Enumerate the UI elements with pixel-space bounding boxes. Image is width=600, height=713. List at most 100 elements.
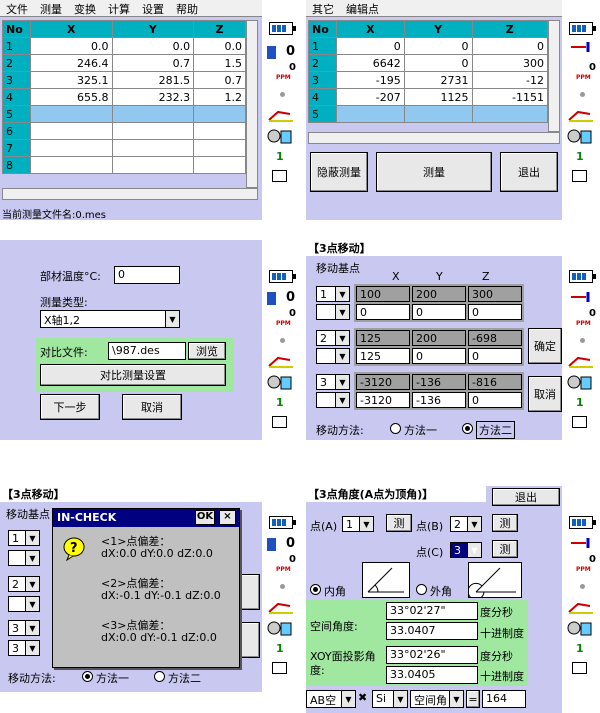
next-step-button[interactable]: 下一步 [40, 394, 100, 420]
table-row[interactable]: 1 0.0 0.0 0.0 [2, 37, 246, 55]
point-b-select[interactable]: 2 ▼ [450, 516, 482, 532]
cell-x[interactable]: 125 [356, 348, 410, 364]
cell-z[interactable]: 1.2 [193, 88, 246, 106]
table-row[interactable]: 8 [2, 156, 246, 174]
cell-x[interactable] [30, 105, 113, 123]
chevron-down-icon[interactable]: ▼ [25, 621, 39, 635]
cell-y[interactable]: 200 [412, 286, 466, 302]
cell-y[interactable] [111, 105, 195, 123]
chevron-down-icon[interactable]: ▼ [25, 551, 39, 565]
cell-x[interactable]: 246.4 [30, 54, 113, 72]
cell-y[interactable]: 0 [403, 54, 473, 72]
cell-z[interactable]: -12 [471, 71, 549, 89]
table-vscrollbar[interactable] [246, 20, 258, 188]
point-select[interactable]: ▼ [316, 304, 350, 320]
cell-y[interactable]: 0 [412, 304, 466, 320]
menu-other[interactable]: 其它 [306, 0, 340, 16]
edit-icon[interactable] [572, 662, 587, 674]
cell-y[interactable]: 0 [403, 37, 473, 55]
cell-x[interactable]: 655.8 [30, 88, 113, 106]
point-c-select[interactable]: 3 ▼ [450, 542, 482, 558]
point-select[interactable]: ▼ [316, 392, 350, 408]
cell-y[interactable]: 200 [412, 330, 466, 346]
outer-angle-radio[interactable] [416, 584, 427, 595]
point-select[interactable]: 2 ▼ [8, 576, 40, 592]
cell-z[interactable]: 0 [468, 304, 522, 320]
chevron-down-icon[interactable]: ▼ [467, 543, 481, 557]
cancel-button-partial[interactable] [240, 622, 260, 658]
method1-radio[interactable] [390, 423, 401, 434]
table-row[interactable]: 4 655.8 232.3 1.2 [2, 88, 246, 106]
compare-setting-button[interactable]: 对比测量设置 [40, 364, 226, 386]
table-hscrollbar[interactable] [308, 132, 560, 144]
chevron-down-icon[interactable]: ▼ [335, 393, 349, 407]
cell-x[interactable] [30, 122, 113, 140]
table-row-selected[interactable]: 5 [2, 105, 246, 123]
chevron-down-icon[interactable]: ▼ [25, 577, 39, 591]
ok-button[interactable]: 确定 [528, 328, 562, 364]
chevron-down-icon[interactable]: ▼ [25, 597, 39, 611]
menu-edit-point[interactable]: 编辑点 [340, 0, 385, 16]
cell-y[interactable]: -136 [412, 392, 466, 408]
chevron-down-icon[interactable]: ▼ [25, 641, 39, 655]
point-select[interactable]: 3 ▼ [316, 374, 350, 390]
point-select[interactable]: 1 ▼ [8, 530, 40, 546]
point-a-select[interactable]: 1 ▼ [342, 516, 374, 532]
cell-x[interactable]: 125 [356, 330, 410, 346]
cell-z[interactable]: -698 [468, 330, 522, 346]
cell-z[interactable]: 0 [471, 37, 549, 55]
table-row[interactable]: 3 -195 2731 -12 [308, 71, 549, 89]
edit-icon[interactable] [272, 170, 287, 182]
cell-x[interactable] [30, 139, 113, 157]
cell-z[interactable]: 0.0 [193, 37, 246, 55]
cell-y[interactable] [111, 156, 195, 174]
type-select[interactable]: X轴1,2 ▼ [40, 310, 180, 328]
cell-x[interactable]: 100 [356, 286, 410, 302]
cell-z[interactable]: 0 [468, 392, 522, 408]
cell-x[interactable]: -195 [336, 71, 405, 89]
point-select[interactable]: 1 ▼ [316, 286, 350, 302]
measure-a-button[interactable]: 测 [386, 514, 412, 532]
cell-z[interactable] [193, 139, 246, 157]
equals-button[interactable]: = [466, 690, 480, 708]
cell-y[interactable] [403, 105, 473, 123]
cell-z[interactable]: 1.5 [193, 54, 246, 72]
temp-input[interactable]: 0 [114, 266, 180, 284]
menu-help[interactable]: 帮助 [170, 0, 204, 16]
cell-z[interactable] [193, 156, 246, 174]
cell-y[interactable]: 2731 [403, 71, 473, 89]
cell-z[interactable]: -816 [468, 374, 522, 390]
cancel-button[interactable]: 取消 [122, 394, 182, 420]
operand-c-select[interactable]: 空间角 ▼ [410, 690, 464, 708]
cell-z[interactable]: -1151 [471, 88, 549, 106]
menu-settings[interactable]: 设置 [136, 0, 170, 16]
point-select[interactable]: ▼ [8, 550, 40, 566]
table-row[interactable]: 4 -207 1125 -1151 [308, 88, 549, 106]
cell-y[interactable]: 232.3 [111, 88, 195, 106]
point-select[interactable]: 3 ▼ [8, 640, 40, 656]
chevron-down-icon[interactable]: ▼ [449, 691, 463, 707]
ok-button-partial[interactable] [240, 574, 260, 610]
measure-button[interactable]: 测量 [376, 152, 492, 192]
menu-file[interactable]: 文件 [0, 0, 34, 16]
chevron-down-icon[interactable]: ▼ [467, 517, 481, 531]
cell-z[interactable]: 0 [468, 348, 522, 364]
edit-icon[interactable] [272, 416, 287, 428]
cell-z[interactable] [193, 105, 246, 123]
table-row[interactable]: 1000 [308, 37, 549, 55]
chevron-down-icon[interactable]: ▼ [335, 287, 349, 301]
table-row[interactable]: 7 [2, 139, 246, 157]
cell-x[interactable]: 0.0 [30, 37, 113, 55]
cell-x[interactable] [336, 105, 405, 123]
cell-y[interactable]: 0 [412, 348, 466, 364]
cell-y[interactable]: 0.7 [111, 54, 195, 72]
table-hscrollbar[interactable] [2, 188, 258, 200]
chevron-down-icon[interactable]: ▼ [335, 375, 349, 389]
table-row[interactable]: 3 325.1 281.5 0.7 [2, 71, 246, 89]
chevron-down-icon[interactable]: ▼ [335, 331, 349, 345]
method1-radio[interactable] [82, 671, 93, 682]
operand-a-select[interactable]: AB空 ▼ [306, 690, 356, 708]
method2-radio[interactable] [154, 671, 165, 682]
cell-z[interactable] [471, 105, 549, 123]
compare-file-input[interactable]: \987.des [108, 342, 186, 360]
